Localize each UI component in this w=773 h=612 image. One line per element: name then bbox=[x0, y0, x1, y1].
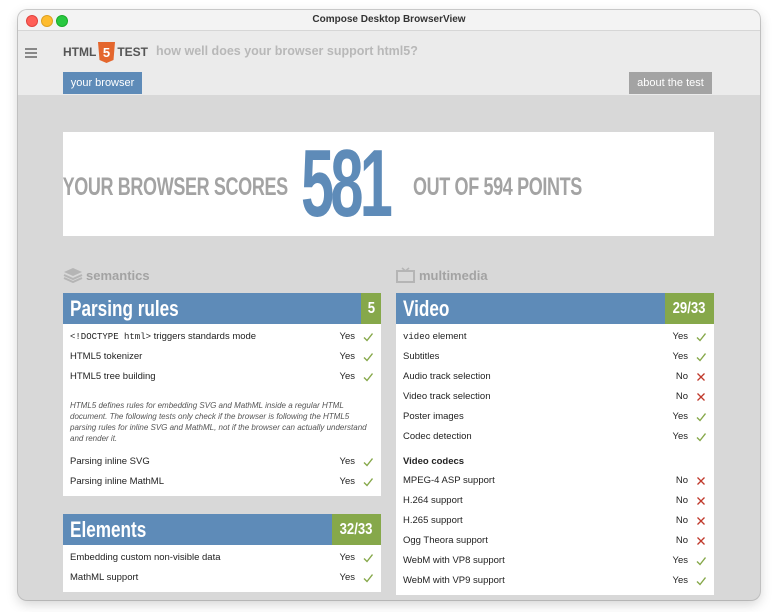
title-bar: Compose Desktop BrowserView bbox=[18, 10, 760, 31]
check-icon bbox=[363, 458, 373, 467]
test-row: video element Yes bbox=[396, 327, 714, 347]
check-icon bbox=[696, 557, 706, 566]
test-row: Parsing inline MathML Yes bbox=[63, 472, 381, 492]
section-semantics: semantics bbox=[63, 267, 150, 283]
multimedia-icon bbox=[396, 267, 415, 283]
test-list: video element Yes Subtitles Yes Audio tr… bbox=[396, 324, 714, 595]
test-row: HTML5 tokenizer Yes bbox=[63, 347, 381, 367]
logo-text-test: TEST bbox=[117, 45, 148, 59]
window-title: Compose Desktop BrowserView bbox=[312, 14, 466, 25]
cross-icon bbox=[697, 517, 705, 525]
category-note: HTML5 defines rules for embedding SVG an… bbox=[70, 401, 367, 443]
about-test-button[interactable]: about the test bbox=[629, 72, 712, 94]
subsection-heading: Video codecs bbox=[403, 456, 465, 467]
cross-icon bbox=[697, 537, 705, 545]
score-banner: YOUR BROWSER SCORES 581 OUT OF 594 POINT… bbox=[63, 132, 714, 236]
check-icon bbox=[363, 353, 373, 362]
cross-icon bbox=[697, 373, 705, 381]
check-icon bbox=[696, 333, 706, 342]
your-browser-button[interactable]: your browser bbox=[63, 72, 142, 94]
menu-icon[interactable] bbox=[25, 48, 37, 58]
category-title: Video bbox=[403, 296, 450, 321]
test-row: Codec detection Yes bbox=[396, 427, 714, 447]
test-row: H.264 support No bbox=[396, 491, 714, 511]
section-semantics-label: semantics bbox=[86, 267, 150, 283]
score-value: 581 bbox=[301, 130, 393, 237]
check-icon bbox=[696, 353, 706, 362]
check-icon bbox=[363, 574, 373, 583]
site-header: HTML 5 TEST how well does your browser s… bbox=[18, 31, 760, 95]
test-row: Parsing inline SVG Yes bbox=[63, 452, 381, 472]
test-row: WebM with VP8 support Yes bbox=[396, 551, 714, 571]
check-icon bbox=[363, 554, 373, 563]
test-row: Poster images Yes bbox=[396, 407, 714, 427]
category-score: 5 bbox=[361, 293, 381, 324]
category-parsing-rules: Parsing rules 5 <!DOCTYPE html> triggers… bbox=[63, 293, 381, 496]
test-list: <!DOCTYPE html> triggers standards mode … bbox=[63, 324, 381, 496]
category-title: Parsing rules bbox=[70, 296, 179, 321]
cross-icon bbox=[697, 477, 705, 485]
section-multimedia: multimedia bbox=[396, 267, 488, 283]
category-score: 32/33 bbox=[332, 514, 381, 545]
test-row: MPEG-4 ASP support No bbox=[396, 471, 714, 491]
tagline: how well does your browser support html5… bbox=[156, 44, 418, 58]
category-header[interactable]: Parsing rules 5 bbox=[63, 293, 381, 324]
category-title: Elements bbox=[70, 517, 147, 542]
cross-icon bbox=[697, 497, 705, 505]
category-score: 29/33 bbox=[665, 293, 714, 324]
test-row: H.265 support No bbox=[396, 511, 714, 531]
logo-text-html: HTML bbox=[63, 45, 97, 59]
check-icon bbox=[363, 373, 373, 382]
site-logo[interactable]: HTML 5 TEST bbox=[63, 41, 148, 63]
test-list: Embedding custom non-visible data Yes Ma… bbox=[63, 545, 381, 592]
category-header[interactable]: Elements 32/33 bbox=[63, 514, 381, 545]
test-row: HTML5 tree building Yes bbox=[63, 367, 381, 387]
check-icon bbox=[363, 333, 373, 342]
category-elements: Elements 32/33 Embedding custom non-visi… bbox=[63, 514, 381, 592]
test-row: <!DOCTYPE html> triggers standards mode … bbox=[63, 327, 381, 347]
test-row: Audio track selection No bbox=[396, 367, 714, 387]
html5-shield-icon: 5 bbox=[98, 41, 116, 63]
test-row: Subtitles Yes bbox=[396, 347, 714, 367]
test-row: Video track selection No bbox=[396, 387, 714, 407]
check-icon bbox=[696, 577, 706, 586]
category-header[interactable]: Video 29/33 bbox=[396, 293, 714, 324]
test-row: Ogg Theora support No bbox=[396, 531, 714, 551]
test-row: MathML support Yes bbox=[63, 568, 381, 588]
check-icon bbox=[696, 433, 706, 442]
logo-number: 5 bbox=[103, 45, 110, 60]
score-prefix: YOUR BROWSER SCORES bbox=[62, 173, 289, 201]
test-row: WebM with VP9 support Yes bbox=[396, 571, 714, 591]
section-multimedia-label: multimedia bbox=[419, 267, 488, 283]
test-row: Embedding custom non-visible data Yes bbox=[63, 548, 381, 568]
check-icon bbox=[696, 413, 706, 422]
score-suffix: OUT OF 594 POINTS bbox=[413, 173, 582, 201]
category-video: Video 29/33 video element Yes Subtitles … bbox=[396, 293, 714, 595]
check-icon bbox=[363, 478, 373, 487]
semantics-icon bbox=[63, 268, 83, 283]
cross-icon bbox=[697, 393, 705, 401]
browser-window: Compose Desktop BrowserView HTML 5 TEST … bbox=[18, 10, 760, 600]
